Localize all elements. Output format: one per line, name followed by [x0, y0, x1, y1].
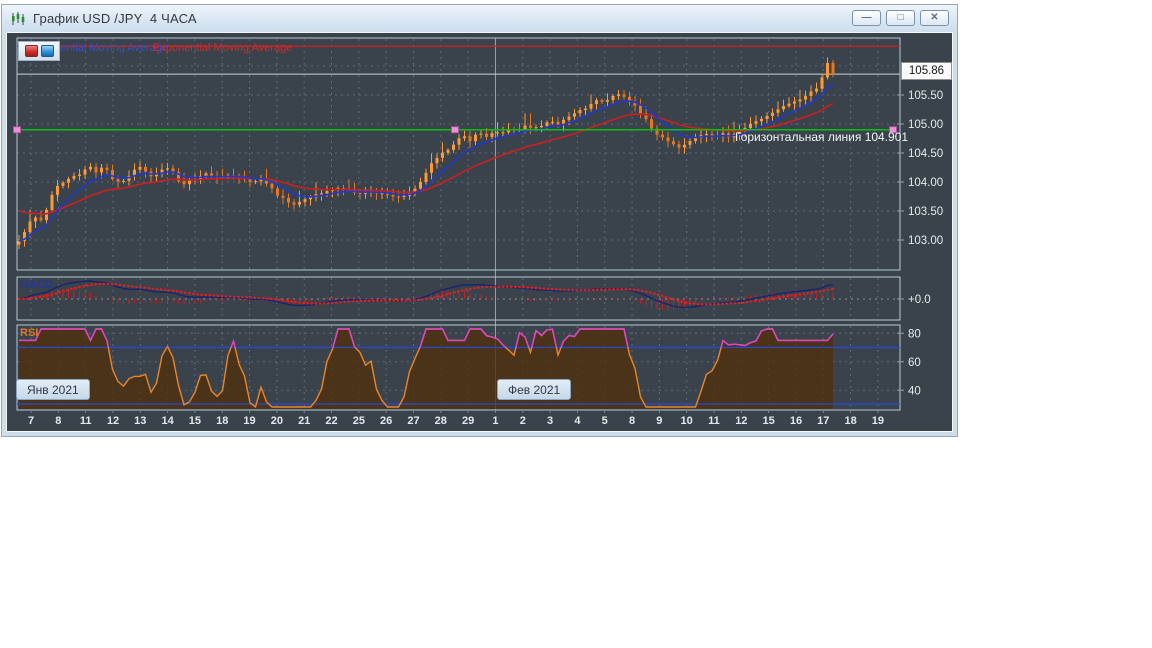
- ema-fast-legend-label: ential Moving Average: [60, 42, 169, 54]
- svg-text:80: 80: [908, 328, 921, 340]
- svg-text:14: 14: [161, 415, 174, 427]
- candlestick-chart-icon: [12, 11, 25, 25]
- svg-text:103.50: 103.50: [908, 206, 943, 218]
- macd-panel-label: MACD: [20, 279, 53, 291]
- svg-text:7: 7: [28, 415, 34, 427]
- month-label-jan: Янв 2021: [16, 379, 90, 400]
- svg-text:11: 11: [708, 415, 720, 427]
- svg-text:27: 27: [407, 415, 419, 427]
- svg-text:5: 5: [602, 415, 608, 427]
- month-label-feb: Фев 2021: [497, 379, 572, 400]
- close-button[interactable]: ✕: [920, 10, 949, 26]
- chart-canvas[interactable]: 105.50 105.00 104.50 104.00 103.50 103.00 +0.0…: [0, 0, 960, 437]
- macd-layer: [17, 280, 835, 310]
- svg-text:103.00: 103.00: [908, 235, 943, 247]
- ema-red-swatch-icon: [24, 45, 38, 57]
- svg-text:105.00: 105.00: [908, 119, 943, 131]
- svg-text:19: 19: [243, 415, 255, 427]
- svg-text:28: 28: [435, 415, 447, 427]
- svg-text:10: 10: [681, 415, 693, 427]
- svg-text:+0.0: +0.0: [908, 294, 931, 306]
- rsi-panel-label: RSI: [20, 327, 39, 339]
- macd-signal-line: [17, 282, 835, 306]
- x-axis-labels: 7 8 11 12 13 14 15 18 19 20 21 22 25 26 27 28 29 1 2 3 4 5 8 9 1…: [28, 410, 884, 427]
- svg-text:18: 18: [844, 415, 856, 427]
- svg-text:13: 13: [134, 415, 146, 427]
- minimize-button[interactable]: —: [852, 10, 881, 26]
- svg-text:15: 15: [763, 415, 775, 427]
- svg-text:40: 40: [908, 385, 921, 397]
- horizontal-line-label: Горизонтальная линия 104.901: [735, 130, 909, 144]
- current-price-badge: 105.86: [901, 62, 952, 80]
- svg-text:8: 8: [55, 415, 61, 427]
- ema-lines: [18, 83, 834, 242]
- rsi-fill: [19, 329, 833, 409]
- window-titlebar[interactable]: График USD /JPY 4 ЧАСА — □ ✕: [2, 5, 957, 32]
- svg-text:60: 60: [908, 357, 921, 369]
- svg-text:1: 1: [492, 415, 498, 427]
- line-handle: [451, 126, 459, 134]
- svg-text:12: 12: [735, 415, 747, 427]
- ema-fast-line: [18, 83, 834, 242]
- ema-slow-line: [18, 102, 834, 215]
- svg-text:26: 26: [380, 415, 392, 427]
- svg-text:20: 20: [271, 415, 283, 427]
- svg-text:16: 16: [790, 415, 802, 427]
- svg-text:11: 11: [80, 415, 92, 427]
- panel-border: [16, 37, 901, 271]
- ema-slow-legend-label: Exponential Moving Average: [153, 42, 293, 54]
- window-title: График USD /JPY 4 ЧАСА: [33, 11, 197, 26]
- svg-text:25: 25: [353, 415, 365, 427]
- svg-text:12: 12: [107, 415, 119, 427]
- svg-text:2: 2: [520, 415, 526, 427]
- svg-text:21: 21: [298, 415, 310, 427]
- svg-text:22: 22: [325, 415, 337, 427]
- restore-button[interactable]: □: [886, 10, 915, 26]
- svg-text:3: 3: [547, 415, 553, 427]
- desktop: График USD /JPY 4 ЧАСА — □ ✕ 105.50 105.0…: [0, 0, 1152, 648]
- svg-text:105.50: 105.50: [908, 90, 943, 102]
- svg-text:9: 9: [656, 415, 662, 427]
- svg-text:17: 17: [817, 415, 829, 427]
- ema-blue-swatch-icon: [40, 45, 54, 57]
- svg-text:4: 4: [574, 415, 581, 427]
- svg-text:29: 29: [462, 415, 474, 427]
- indicator-legend-box[interactable]: [18, 41, 60, 61]
- svg-text:15: 15: [189, 415, 201, 427]
- svg-text:8: 8: [629, 415, 635, 427]
- svg-text:104.00: 104.00: [908, 177, 943, 189]
- svg-text:104.50: 104.50: [908, 148, 943, 160]
- line-handle: [13, 126, 21, 134]
- svg-text:18: 18: [216, 415, 228, 427]
- svg-text:19: 19: [872, 415, 884, 427]
